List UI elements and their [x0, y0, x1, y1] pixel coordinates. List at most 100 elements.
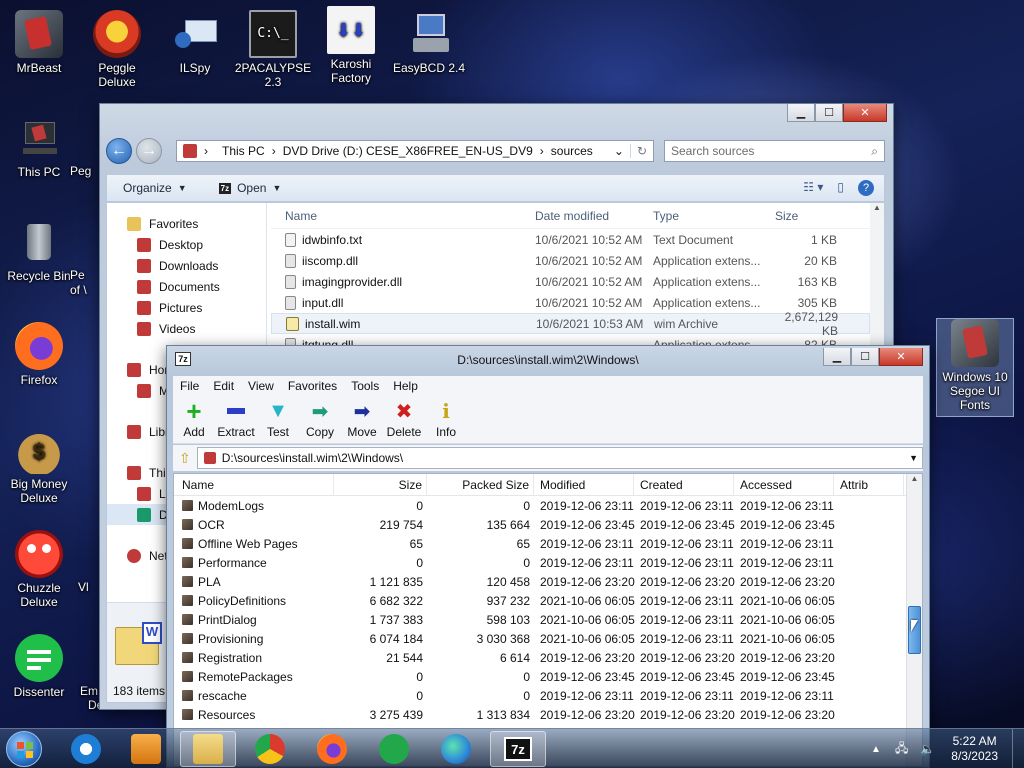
archive-row[interactable]: rescache 0 0 2019-12-06 23:11 2019-12-06 23:…: [174, 686, 922, 705]
archive-row[interactable]: Provisioning 6 074 184 3 030 368 2021-10-06…: [174, 629, 922, 648]
column-header-attrib[interactable]: Attrib: [834, 474, 904, 495]
address-bar[interactable]: › This PC › DVD Drive (D:) CESE_X86FREE_…: [176, 140, 654, 162]
nav-desktop[interactable]: Desktop: [107, 234, 266, 255]
chevron-down-icon[interactable]: ⌄: [614, 144, 630, 158]
delete-button[interactable]: ✖ Delete: [383, 396, 425, 443]
desktop-icon-easybcd[interactable]: EasyBCD 2.4: [390, 10, 468, 75]
nav-documents[interactable]: Documents: [107, 276, 266, 297]
7zip-window[interactable]: 7z D:\sources\install.wim\2\Windows\ ▁ ☐…: [166, 345, 930, 768]
forward-button[interactable]: →: [136, 138, 162, 164]
menu-tools[interactable]: Tools: [344, 379, 386, 393]
column-header-name[interactable]: Name: [174, 474, 334, 495]
taskbar-file-explorer[interactable]: [180, 731, 236, 767]
scroll-up-icon[interactable]: ▲: [870, 203, 884, 212]
close-button[interactable]: ✕: [879, 348, 923, 366]
start-button[interactable]: [6, 731, 42, 767]
info-button[interactable]: i Info: [425, 396, 467, 443]
desktop-icon-mrbeast[interactable]: MrBeast: [0, 10, 78, 75]
folder-up-icon[interactable]: ⇧: [179, 450, 191, 467]
archive-row[interactable]: ModemLogs 0 0 2019-12-06 23:11 2019-12-06 23…: [174, 496, 922, 515]
column-header-created[interactable]: Created: [634, 474, 734, 495]
network-icon[interactable]: 🖧: [889, 739, 914, 760]
desktop-icon-firefox[interactable]: Firefox: [0, 322, 78, 387]
taskbar-firefox[interactable]: [304, 731, 360, 767]
archive-row[interactable]: PLA 1 121 835 120 458 2019-12-06 23:20 2019-…: [174, 572, 922, 591]
menu-edit[interactable]: Edit: [206, 379, 241, 393]
taskbar-internet-explorer[interactable]: [58, 731, 114, 767]
nav-videos[interactable]: Videos: [107, 318, 266, 339]
column-header-accessed[interactable]: Accessed: [734, 474, 834, 495]
desktop-icon-dissenter[interactable]: Dissenter: [0, 634, 78, 699]
organize-button[interactable]: Organize ▼: [107, 181, 203, 195]
test-button[interactable]: ▼ Test: [257, 396, 299, 443]
menu-view[interactable]: View: [241, 379, 281, 393]
help-icon[interactable]: ?: [858, 180, 874, 196]
copy-button[interactable]: ➡ Copy: [299, 396, 341, 443]
file-row[interactable]: iiscomp.dll 10/6/2021 10:52 AM Applicati…: [271, 250, 870, 271]
desktop-icon-2pacalypse[interactable]: C:\_ 2PACALYPSE 2.3: [234, 10, 312, 89]
archive-row[interactable]: PolicyDefinitions 6 682 322 937 232 2021-10…: [174, 591, 922, 610]
clock[interactable]: 5:22 AM 8/3/2023: [941, 734, 1012, 764]
search-box[interactable]: Search sources ⌕: [664, 140, 885, 162]
column-header-size[interactable]: Size: [334, 474, 427, 495]
menu-help[interactable]: Help: [386, 379, 425, 393]
breadcrumb-this-pc[interactable]: This PC: [215, 144, 272, 158]
maximize-button[interactable]: ☐: [851, 348, 879, 366]
archive-row[interactable]: OCR 219 754 135 664 2019-12-06 23:45 2019-12…: [174, 515, 922, 534]
desktop-icon-recycle-bin[interactable]: Recycle Bin: [0, 218, 78, 283]
refresh-icon[interactable]: ↻: [629, 144, 653, 158]
volume-icon[interactable]: 🔈: [914, 742, 941, 756]
archive-row[interactable]: PrintDialog 1 737 383 598 103 2021-10-06 06…: [174, 610, 922, 629]
archive-row[interactable]: Performance 0 0 2019-12-06 23:11 2019-12-06 …: [174, 553, 922, 572]
breadcrumb-sources[interactable]: sources: [544, 144, 600, 158]
7zip-title-bar[interactable]: 7z D:\sources\install.wim\2\Windows\ ▁ ☐…: [167, 346, 929, 374]
preview-pane-icon[interactable]: ▯: [837, 180, 844, 196]
taskbar-chrome[interactable]: [242, 731, 298, 767]
file-row[interactable]: imagingprovider.dll 10/6/2021 10:52 AM A…: [271, 271, 870, 292]
show-hidden-icons[interactable]: ▲: [863, 744, 889, 755]
column-header-modified[interactable]: Modified: [534, 474, 634, 495]
nav-favorites[interactable]: Favorites: [107, 213, 266, 234]
desktop-icon-segoe-fonts[interactable]: Windows 10 Segoe UI Fonts: [936, 318, 1014, 417]
desktop-icon-this-pc[interactable]: This PC: [0, 114, 78, 179]
taskbar-sheets[interactable]: [366, 731, 422, 767]
back-button[interactable]: ←: [106, 138, 132, 164]
file-row[interactable]: idwbinfo.txt 10/6/2021 10:52 AM Text Doc…: [271, 229, 870, 250]
column-header-packed-size[interactable]: Packed Size: [427, 474, 534, 495]
open-button[interactable]: 7z Open ▼: [203, 181, 298, 195]
taskbar-media-player[interactable]: [118, 731, 174, 767]
maximize-button[interactable]: ☐: [815, 104, 843, 122]
move-button[interactable]: ➡ Move: [341, 396, 383, 443]
nav-pictures[interactable]: Pictures: [107, 297, 266, 318]
column-header-name[interactable]: Name: [271, 209, 529, 223]
add-button[interactable]: + Add: [173, 396, 215, 443]
menu-file[interactable]: File: [173, 379, 206, 393]
desktop-icon-chuzzle[interactable]: Chuzzle Deluxe: [0, 530, 78, 609]
breadcrumb-dvd-drive[interactable]: DVD Drive (D:) CESE_X86FREE_EN-US_DV9: [276, 144, 540, 158]
column-header-type[interactable]: Type: [649, 209, 769, 223]
search-input[interactable]: Search sources: [671, 144, 754, 158]
menu-favorites[interactable]: Favorites: [281, 379, 344, 393]
extract-button[interactable]: Extract: [215, 396, 257, 443]
path-input[interactable]: D:\sources\install.wim\2\Windows\ ▼: [196, 447, 923, 469]
archive-row[interactable]: Offline Web Pages 65 65 2019-12-06 23:11 201…: [174, 534, 922, 553]
file-row-selected[interactable]: install.wim 10/6/2021 10:53 AM wim Archi…: [271, 310, 870, 338]
taskbar-7zip[interactable]: 7z: [490, 731, 546, 767]
nav-downloads[interactable]: Downloads: [107, 255, 266, 276]
archive-row[interactable]: RemotePackages 0 0 2019-12-06 23:45 2019-12-…: [174, 667, 922, 686]
column-header-date[interactable]: Date modified: [529, 209, 649, 223]
archive-row[interactable]: Registration 21 544 6 614 2019-12-06 23:20 2…: [174, 648, 922, 667]
minimize-button[interactable]: ▁: [823, 348, 851, 366]
desktop-icon-peggle[interactable]: Peggle Deluxe: [78, 10, 156, 89]
desktop-icon-ilspy[interactable]: ILSpy: [156, 10, 234, 75]
view-options-icon[interactable]: ☷ ▾: [803, 180, 823, 196]
minimize-button[interactable]: ▁: [787, 104, 815, 122]
taskbar-edge[interactable]: [428, 731, 484, 767]
scroll-up-icon[interactable]: ▲: [907, 474, 922, 483]
close-button[interactable]: ✕: [843, 104, 887, 122]
column-header-size[interactable]: Size: [769, 209, 839, 223]
desktop-icon-karoshi[interactable]: ⬇⬇ Karoshi Factory: [312, 6, 390, 85]
archive-row[interactable]: Resources 3 275 439 1 313 834 2019-12-06 23…: [174, 705, 922, 724]
desktop-icon-big-money[interactable]: $ Big Money Deluxe: [0, 426, 78, 505]
chevron-down-icon[interactable]: ▼: [909, 453, 922, 463]
